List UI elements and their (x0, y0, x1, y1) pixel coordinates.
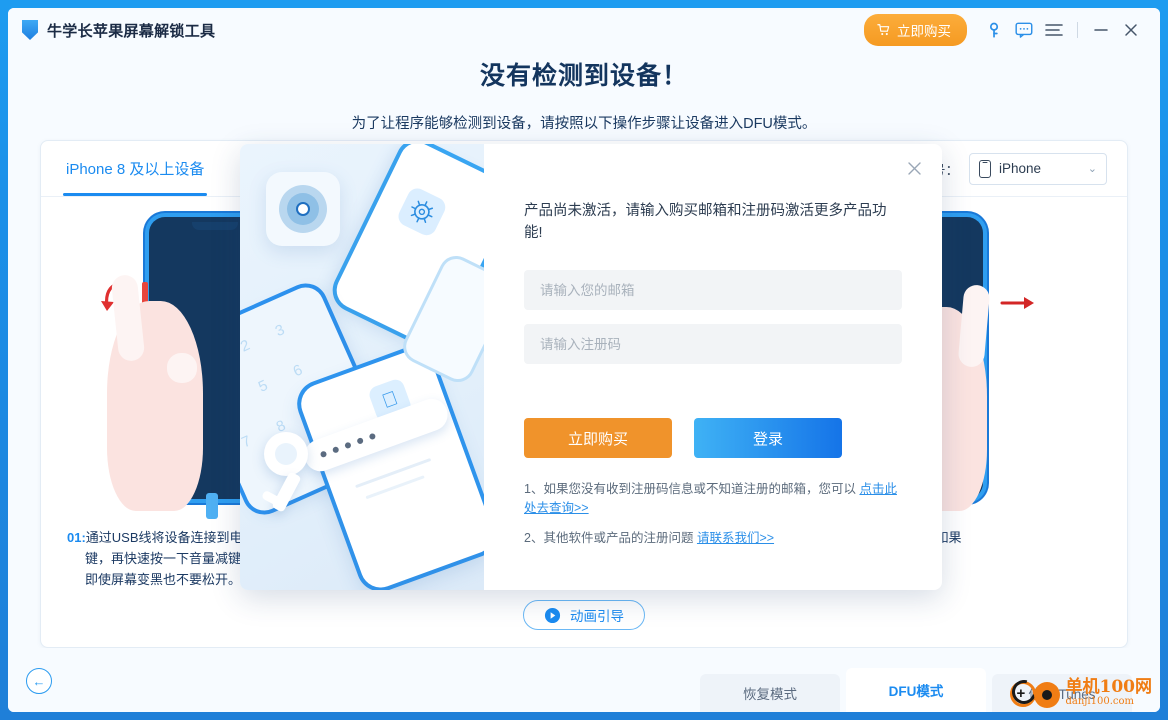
close-icon[interactable] (1116, 16, 1146, 44)
step-left-line1: 通过USB线将设备连接到电 (85, 530, 243, 545)
mode-tab-recovery[interactable]: 恢复模式 (700, 674, 840, 712)
modal-note-1-text: 1、如果您没有收到注册码信息或不知道注册的邮箱，您可以 (524, 482, 860, 496)
touchid-illustration (266, 172, 340, 246)
modal-buy-button[interactable]: 立即购买 (524, 418, 672, 458)
animation-guide-button[interactable]: 动画引导 (523, 600, 645, 630)
modal-note-1: 1、如果您没有收到注册码信息或不知道注册的邮箱，您可以 点击此处去查询>> (524, 480, 902, 518)
activation-modal: 123 456 789  (240, 144, 942, 590)
apple-logo-icon:  (379, 387, 401, 413)
mode-tabs: 恢复模式 DFU模式 修复iTunes (700, 668, 1132, 712)
app-logo-icon (22, 20, 38, 40)
email-input[interactable] (524, 270, 902, 310)
modal-login-button[interactable]: 登录 (694, 418, 842, 458)
modal-actions: 立即购买 登录 (524, 418, 902, 458)
mode-tab-fix-itunes-label: 修复iTunes (1028, 687, 1096, 702)
mode-tab-dfu-label: DFU模式 (888, 684, 944, 699)
modal-notes: 1、如果您没有收到注册码信息或不知道注册的邮箱，您可以 点击此处去查询>> 2、… (524, 480, 902, 548)
phone-icon (979, 159, 991, 178)
device-model-select[interactable]: iPhone ⌄ (969, 152, 1107, 185)
modal-illustration: 123 456 789  (240, 144, 484, 590)
window-inner: 牛学长苹果屏幕解锁工具 立即购买 没有检测到设备！ 为了让程序能够检测到设备，请… (8, 8, 1160, 712)
bottom-bar: ← 恢复模式 DFU模式 修复iTunes + 单机100网 danji100.… (8, 648, 1160, 712)
brand: 牛学长苹果屏幕解锁工具 (8, 20, 215, 41)
chevron-down-icon: ⌄ (1087, 163, 1097, 175)
titlebar-buy-button[interactable]: 立即购买 (864, 14, 967, 46)
key-illustration (256, 432, 326, 513)
page-headline: 没有检测到设备！ (479, 62, 688, 90)
page-subline: 为了让程序能够检测到设备，请按照以下操作步骤让设备进入DFU模式。 (351, 116, 817, 132)
app-window: 牛学长苹果屏幕解锁工具 立即购买 没有检测到设备！ 为了让程序能够检测到设备，请… (0, 0, 1168, 720)
fingertip-illustration-left (167, 353, 197, 383)
play-icon (544, 607, 561, 623)
press-right-arrow-icon (1000, 297, 1034, 309)
mode-tab-recovery-label: 恢复模式 (743, 687, 797, 702)
step-left-line2: 键，再快速按一下音量减键 (85, 551, 242, 566)
animation-guide-label: 动画引导 (570, 609, 624, 624)
device-model-value: iPhone (999, 161, 1042, 176)
mode-tab-fix-itunes[interactable]: 修复iTunes (992, 674, 1132, 712)
step-left-number: 01: (67, 530, 86, 545)
gear-icon (410, 200, 434, 223)
phone-notch (192, 222, 238, 230)
app-title: 牛学长苹果屏幕解锁工具 (47, 22, 216, 40)
modal-message: 产品尚未激活，请输入购买邮箱和注册码激活更多产品功能! (524, 203, 887, 241)
mode-tab-dfu[interactable]: DFU模式 (846, 668, 986, 712)
back-arrow-icon: ← (32, 673, 46, 689)
titlebar-buy-label: 立即购买 (897, 24, 951, 39)
feedback-icon[interactable] (1009, 16, 1039, 44)
back-button[interactable]: ← (26, 668, 52, 694)
registration-code-input[interactable] (524, 324, 902, 364)
key-icon[interactable] (979, 16, 1009, 44)
minimize-icon[interactable] (1086, 16, 1116, 44)
tab-iphone8-plus[interactable]: iPhone 8 及以上设备 (63, 141, 208, 196)
modal-note-2-link[interactable]: 请联系我们>> (697, 531, 774, 545)
usb-cable-icon (206, 493, 218, 519)
menu-icon[interactable] (1039, 16, 1069, 44)
title-bar: 牛学长苹果屏幕解锁工具 立即购买 (8, 8, 1160, 52)
titlebar-separator (1077, 22, 1078, 38)
device-tabs: iPhone 8 及以上设备 iP (41, 141, 261, 196)
modal-content: 产品尚未激活，请输入购买邮箱和注册码激活更多产品功能! 立即购买 登录 1、如果… (484, 144, 942, 590)
modal-note-2: 2、其他软件或产品的注册问题 请联系我们>> (524, 529, 902, 548)
tab-iphone8-plus-label: iPhone 8 及以上设备 (66, 161, 205, 178)
modal-close-icon[interactable] (902, 156, 926, 180)
cart-icon (877, 24, 890, 36)
title-bar-controls: 立即购买 (864, 14, 1160, 46)
step-left-line3: 即使屏幕变黑也不要松开。 (85, 572, 242, 587)
modal-note-2-text: 2、其他软件或产品的注册问题 (524, 531, 697, 545)
